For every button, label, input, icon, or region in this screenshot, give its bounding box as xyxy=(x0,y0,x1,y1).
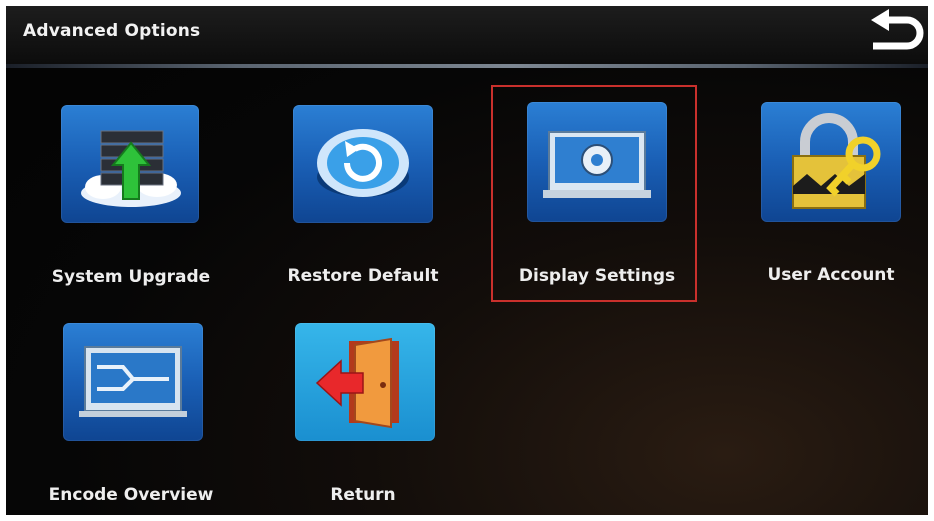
server-upgrade-icon xyxy=(61,105,199,223)
tile-system-upgrade[interactable]: System Upgrade xyxy=(36,101,226,301)
return-arrow-icon xyxy=(871,9,924,50)
tile-label: User Account xyxy=(767,265,895,285)
title-divider xyxy=(6,64,928,68)
tile-user-account[interactable]: User Account xyxy=(736,101,926,301)
tile-label: Display Settings xyxy=(518,266,676,286)
title-bar: Advanced Options xyxy=(6,6,928,64)
display-settings-icon xyxy=(527,102,667,222)
tile-encode-overview[interactable]: Encode Overview xyxy=(36,318,226,510)
lock-key-icon xyxy=(761,102,901,222)
tile-label: Return xyxy=(330,485,396,505)
encode-overview-icon xyxy=(63,323,203,441)
tile-label: Encode Overview xyxy=(48,485,214,505)
back-button[interactable] xyxy=(863,8,925,58)
tile-return[interactable]: Return xyxy=(268,318,458,510)
tile-restore-default[interactable]: Restore Default xyxy=(268,101,458,301)
page-title: Advanced Options xyxy=(23,21,201,41)
screen: Advanced Options System Upgrade Restore … xyxy=(6,6,928,515)
restore-icon xyxy=(293,105,433,223)
tile-display-settings[interactable]: Display Settings xyxy=(502,101,692,301)
exit-door-icon xyxy=(295,323,435,441)
tile-label: System Upgrade xyxy=(51,267,211,287)
tile-label: Restore Default xyxy=(287,266,439,286)
